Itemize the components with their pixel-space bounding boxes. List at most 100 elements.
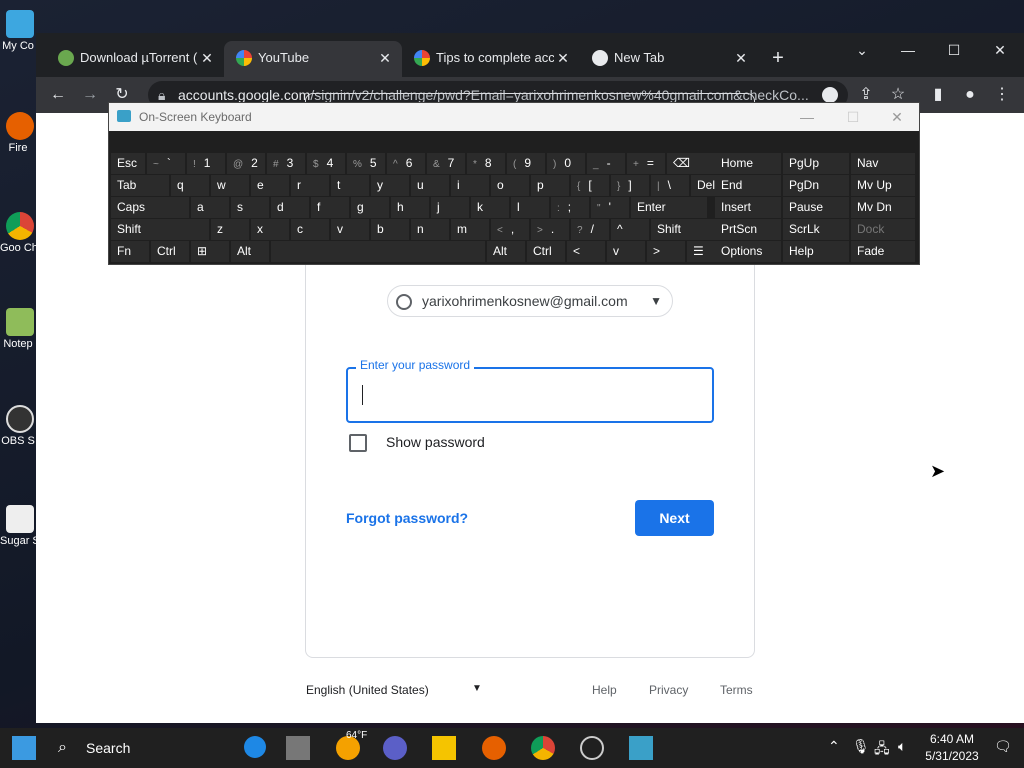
osk-nav-key[interactable]: Help — [783, 241, 849, 262]
osk-key[interactable]: Fn — [111, 241, 149, 262]
password-input[interactable] — [346, 367, 714, 423]
osk-key[interactable]: $4 — [307, 153, 345, 174]
osk-key[interactable]: v — [607, 241, 645, 262]
osk-key[interactable]: Tab — [111, 175, 169, 196]
osk-key[interactable] — [271, 241, 485, 262]
osk-key[interactable]: >. — [531, 219, 569, 240]
minimize-button[interactable]: — — [888, 37, 928, 63]
osk-key[interactable]: y — [371, 175, 409, 196]
next-button[interactable]: Next — [635, 500, 714, 536]
osk-key[interactable]: q — [171, 175, 209, 196]
osk-minimize-button[interactable]: — — [787, 103, 827, 131]
desktop-icon-obs[interactable]: OBS S — [0, 405, 40, 447]
osk-key[interactable]: <, — [491, 219, 529, 240]
osk-key[interactable]: n — [411, 219, 449, 240]
osk-key[interactable]: i — [451, 175, 489, 196]
osk-key[interactable]: ^ 6 — [387, 153, 425, 174]
tab-search-chevron-icon[interactable]: ⌄ — [842, 37, 882, 63]
osk-key[interactable]: Shift — [111, 219, 209, 240]
osk-key[interactable]: h — [391, 197, 429, 218]
osk-nav-key[interactable]: End — [715, 175, 781, 196]
osk-key[interactable]: :; — [551, 197, 589, 218]
firefox-icon[interactable] — [482, 736, 506, 760]
osk-key[interactable]: & 7 — [427, 153, 465, 174]
chrome-icon[interactable] — [531, 736, 555, 760]
osk-key[interactable]: a — [191, 197, 229, 218]
osk-nav-key[interactable]: Fade — [851, 241, 915, 262]
osk-key[interactable]: r — [291, 175, 329, 196]
osk-key[interactable]: o — [491, 175, 529, 196]
osk-key[interactable]: s — [231, 197, 269, 218]
terms-link[interactable]: Terms — [720, 683, 753, 697]
osk-key[interactable]: j — [431, 197, 469, 218]
osk-close-button[interactable]: ✕ — [877, 103, 917, 131]
osk-key[interactable]: Alt — [231, 241, 269, 262]
tab-utorrent[interactable]: Download µTorrent (u ✕ — [46, 41, 224, 77]
osk-key[interactable]: u — [411, 175, 449, 196]
osk-key[interactable]: | \ — [651, 175, 689, 196]
osk-key[interactable]: Caps — [111, 197, 189, 218]
osk-key[interactable]: Enter — [631, 197, 707, 218]
desktop-icon-firefox[interactable]: Fire — [0, 112, 40, 154]
osk-nav-key[interactable]: Insert — [715, 197, 781, 218]
osk-key[interactable]: e — [251, 175, 289, 196]
tray-chevron-up-icon[interactable]: ⌃ — [828, 738, 840, 755]
osk-key[interactable]: c — [291, 219, 329, 240]
new-tab-button[interactable]: + — [758, 45, 798, 71]
microphone-icon[interactable]: 🎙︎ — [852, 738, 870, 755]
task-view-icon[interactable] — [286, 736, 310, 760]
osk-key[interactable]: {[ — [571, 175, 609, 196]
osk-key[interactable]: + = — [627, 153, 665, 174]
osk-key[interactable]: }] — [611, 175, 649, 196]
close-icon[interactable]: ✕ — [732, 49, 750, 67]
osk-nav-key[interactable]: Dock — [851, 219, 915, 240]
close-icon[interactable]: ✕ — [198, 49, 216, 67]
privacy-link[interactable]: Privacy — [649, 683, 688, 697]
account-chip[interactable]: yarixohrimenkosnew@gmail.com ▼ — [387, 285, 673, 317]
close-icon[interactable]: ✕ — [376, 49, 394, 67]
osk-key[interactable]: " ' — [591, 197, 629, 218]
tab-new-tab[interactable]: New Tab ✕ — [580, 41, 758, 77]
osk-maximize-button[interactable]: ☐ — [833, 103, 873, 131]
osk-key[interactable]: > — [647, 241, 685, 262]
help-link[interactable]: Help — [592, 683, 617, 697]
osk-key[interactable]: ? / — [571, 219, 609, 240]
desktop-icon-chrome[interactable]: Goo Chr — [0, 212, 40, 254]
osk-key[interactable]: < — [567, 241, 605, 262]
close-icon[interactable]: ✕ — [554, 49, 572, 67]
file-explorer-icon[interactable] — [432, 736, 456, 760]
osk-key[interactable]: Alt — [487, 241, 525, 262]
obs-icon[interactable] — [580, 736, 604, 760]
close-window-button[interactable]: ✕ — [980, 37, 1020, 63]
osk-nav-key[interactable]: Nav — [851, 153, 915, 174]
osk-key[interactable]: _ - — [587, 153, 625, 174]
language-select[interactable]: English (United States) — [306, 683, 429, 697]
desktop-icon-sugar[interactable]: Sugar Sho — [0, 505, 40, 547]
tab-youtube[interactable]: YouTube ✕ — [224, 41, 402, 77]
volume-icon[interactable]: 🔈︎ — [898, 738, 906, 755]
notifications-icon[interactable]: 🗨︎ — [994, 738, 1012, 755]
osk-key[interactable]: * 8 — [467, 153, 505, 174]
chat-icon[interactable] — [383, 736, 407, 760]
osk-key[interactable]: ! 1 — [187, 153, 225, 174]
on-screen-keyboard-icon[interactable] — [629, 736, 653, 760]
osk-key[interactable]: t — [331, 175, 369, 196]
osk-key[interactable]: d — [271, 197, 309, 218]
side-panel-icon[interactable]: ▮ — [926, 83, 950, 107]
desktop-icon-my-computer[interactable]: My Co — [0, 10, 40, 52]
osk-key[interactable]: Ctrl — [527, 241, 565, 262]
tab-tips[interactable]: Tips to complete acc ✕ — [402, 41, 580, 77]
osk-nav-key[interactable]: Mv Dn — [851, 197, 915, 218]
windows-start-icon[interactable] — [12, 736, 36, 760]
dropdown-arrow-icon[interactable]: ▼ — [472, 683, 482, 694]
menu-kebab-icon[interactable]: ⋮ — [990, 83, 1014, 107]
osk-nav-key[interactable]: PgDn — [783, 175, 849, 196]
osk-nav-key[interactable]: PgUp — [783, 153, 849, 174]
osk-key[interactable]: f — [311, 197, 349, 218]
osk-key[interactable]: Esc — [111, 153, 145, 174]
osk-key[interactable]: g — [351, 197, 389, 218]
osk-key[interactable]: (9 — [507, 153, 545, 174]
osk-key[interactable]: w — [211, 175, 249, 196]
taskbar-search[interactable]: ⌕ Search — [48, 728, 270, 768]
osk-key[interactable]: b — [371, 219, 409, 240]
